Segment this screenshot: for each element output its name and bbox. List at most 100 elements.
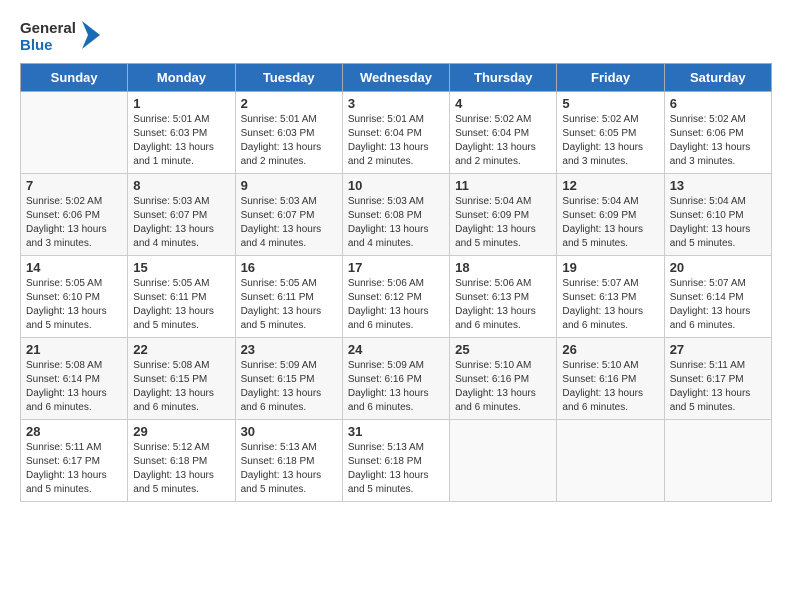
day-cell-21: 21 Sunrise: 5:08 AM Sunset: 6:14 PM Dayli… bbox=[21, 337, 128, 419]
day-number-10: 10 bbox=[348, 178, 444, 193]
day-cell-13: 13 Sunrise: 5:04 AM Sunset: 6:10 PM Dayli… bbox=[664, 173, 771, 255]
day-cell-12: 12 Sunrise: 5:04 AM Sunset: 6:09 PM Dayli… bbox=[557, 173, 664, 255]
day-cell-empty bbox=[557, 419, 664, 501]
day-info-19: Sunrise: 5:07 AM Sunset: 6:13 PM Dayligh… bbox=[562, 277, 658, 333]
day-number-18: 18 bbox=[455, 260, 551, 275]
weekday-header-saturday: Saturday bbox=[664, 63, 771, 91]
day-number-21: 21 bbox=[26, 342, 122, 357]
day-cell-1: 1Sunrise: 5:01 AM Sunset: 6:03 PM Daylig… bbox=[128, 91, 235, 173]
day-info-21: Sunrise: 5:08 AM Sunset: 6:14 PM Dayligh… bbox=[26, 359, 122, 415]
day-cell-2: 2 Sunrise: 5:01 AM Sunset: 6:03 PM Daylig… bbox=[235, 91, 342, 173]
day-number-8: 8 bbox=[133, 178, 229, 193]
week-row-2: 7 Sunrise: 5:02 AM Sunset: 6:06 PM Daylig… bbox=[21, 173, 772, 255]
day-info-28: Sunrise: 5:11 AM Sunset: 6:17 PM Dayligh… bbox=[26, 441, 122, 497]
day-number-20: 20 bbox=[670, 260, 766, 275]
day-cell-11: 11Sunrise: 5:04 AM Sunset: 6:09 PM Dayli… bbox=[450, 173, 557, 255]
day-number-13: 13 bbox=[670, 178, 766, 193]
day-info-14: Sunrise: 5:05 AM Sunset: 6:10 PM Dayligh… bbox=[26, 277, 122, 333]
day-cell-17: 17Sunrise: 5:06 AM Sunset: 6:12 PM Dayli… bbox=[342, 255, 449, 337]
day-number-30: 30 bbox=[241, 424, 337, 439]
day-info-26: Sunrise: 5:10 AM Sunset: 6:16 PM Dayligh… bbox=[562, 359, 658, 415]
day-info-8: Sunrise: 5:03 AM Sunset: 6:07 PM Dayligh… bbox=[133, 195, 229, 251]
day-cell-23: 23 Sunrise: 5:09 AM Sunset: 6:15 PM Dayli… bbox=[235, 337, 342, 419]
weekday-header-row: SundayMondayTuesdayWednesdayThursdayFrid… bbox=[21, 63, 772, 91]
day-cell-10: 10 Sunrise: 5:03 AM Sunset: 6:08 PM Dayli… bbox=[342, 173, 449, 255]
logo-arrow-icon bbox=[78, 21, 100, 49]
day-cell-empty bbox=[21, 91, 128, 173]
day-cell-27: 27 Sunrise: 5:11 AM Sunset: 6:17 PM Dayli… bbox=[664, 337, 771, 419]
day-cell-20: 20 Sunrise: 5:07 AM Sunset: 6:14 PM Dayli… bbox=[664, 255, 771, 337]
day-info-2: Sunrise: 5:01 AM Sunset: 6:03 PM Dayligh… bbox=[241, 113, 337, 169]
weekday-header-tuesday: Tuesday bbox=[235, 63, 342, 91]
week-row-4: 21 Sunrise: 5:08 AM Sunset: 6:14 PM Dayli… bbox=[21, 337, 772, 419]
day-number-29: 29 bbox=[133, 424, 229, 439]
day-cell-16: 16Sunrise: 5:05 AM Sunset: 6:11 PM Dayli… bbox=[235, 255, 342, 337]
day-cell-29: 29 Sunrise: 5:12 AM Sunset: 6:18 PM Dayli… bbox=[128, 419, 235, 501]
day-number-23: 23 bbox=[241, 342, 337, 357]
logo-general-text: General bbox=[20, 20, 76, 37]
day-number-1: 1 bbox=[133, 96, 229, 111]
weekday-header-sunday: Sunday bbox=[21, 63, 128, 91]
day-info-3: Sunrise: 5:01 AM Sunset: 6:04 PM Dayligh… bbox=[348, 113, 444, 169]
day-cell-5: 5 Sunrise: 5:02 AM Sunset: 6:05 PM Daylig… bbox=[557, 91, 664, 173]
day-number-7: 7 bbox=[26, 178, 122, 193]
weekday-header-friday: Friday bbox=[557, 63, 664, 91]
day-number-16: 16 bbox=[241, 260, 337, 275]
day-info-12: Sunrise: 5:04 AM Sunset: 6:09 PM Dayligh… bbox=[562, 195, 658, 251]
calendar-table: SundayMondayTuesdayWednesdayThursdayFrid… bbox=[20, 63, 772, 502]
day-info-10: Sunrise: 5:03 AM Sunset: 6:08 PM Dayligh… bbox=[348, 195, 444, 251]
weekday-header-wednesday: Wednesday bbox=[342, 63, 449, 91]
day-info-20: Sunrise: 5:07 AM Sunset: 6:14 PM Dayligh… bbox=[670, 277, 766, 333]
page-container: General Blue SundayMondayTuesdayWednesda… bbox=[20, 20, 772, 502]
day-cell-8: 8 Sunrise: 5:03 AM Sunset: 6:07 PM Daylig… bbox=[128, 173, 235, 255]
day-cell-15: 15 Sunrise: 5:05 AM Sunset: 6:11 PM Dayli… bbox=[128, 255, 235, 337]
week-row-3: 14 Sunrise: 5:05 AM Sunset: 6:10 PM Dayli… bbox=[21, 255, 772, 337]
day-number-2: 2 bbox=[241, 96, 337, 111]
day-number-3: 3 bbox=[348, 96, 444, 111]
day-cell-9: 9Sunrise: 5:03 AM Sunset: 6:07 PM Daylig… bbox=[235, 173, 342, 255]
day-info-25: Sunrise: 5:10 AM Sunset: 6:16 PM Dayligh… bbox=[455, 359, 551, 415]
day-number-11: 11 bbox=[455, 178, 551, 193]
day-number-19: 19 bbox=[562, 260, 658, 275]
day-cell-4: 4Sunrise: 5:02 AM Sunset: 6:04 PM Daylig… bbox=[450, 91, 557, 173]
logo-blue-text: Blue bbox=[20, 37, 76, 54]
day-info-29: Sunrise: 5:12 AM Sunset: 6:18 PM Dayligh… bbox=[133, 441, 229, 497]
day-number-26: 26 bbox=[562, 342, 658, 357]
day-cell-7: 7 Sunrise: 5:02 AM Sunset: 6:06 PM Daylig… bbox=[21, 173, 128, 255]
day-number-9: 9 bbox=[241, 178, 337, 193]
day-info-7: Sunrise: 5:02 AM Sunset: 6:06 PM Dayligh… bbox=[26, 195, 122, 251]
day-number-5: 5 bbox=[562, 96, 658, 111]
day-cell-31: 31Sunrise: 5:13 AM Sunset: 6:18 PM Dayli… bbox=[342, 419, 449, 501]
day-info-23: Sunrise: 5:09 AM Sunset: 6:15 PM Dayligh… bbox=[241, 359, 337, 415]
day-number-27: 27 bbox=[670, 342, 766, 357]
day-cell-empty bbox=[664, 419, 771, 501]
header: General Blue bbox=[20, 20, 772, 55]
day-cell-18: 18 Sunrise: 5:06 AM Sunset: 6:13 PM Dayli… bbox=[450, 255, 557, 337]
day-cell-empty bbox=[450, 419, 557, 501]
week-row-1: 1 Sunrise: 5:01 AM Sunset: 6:03 PM Daylig… bbox=[21, 91, 772, 173]
logo-area: General Blue bbox=[20, 20, 100, 55]
day-number-24: 24 bbox=[348, 342, 444, 357]
day-cell-26: 26 Sunrise: 5:10 AM Sunset: 6:16 PM Dayli… bbox=[557, 337, 664, 419]
day-number-14: 14 bbox=[26, 260, 122, 275]
day-number-25: 25 bbox=[455, 342, 551, 357]
day-info-30: Sunrise: 5:13 AM Sunset: 6:18 PM Dayligh… bbox=[241, 441, 337, 497]
day-info-18: Sunrise: 5:06 AM Sunset: 6:13 PM Dayligh… bbox=[455, 277, 551, 333]
day-info-13: Sunrise: 5:04 AM Sunset: 6:10 PM Dayligh… bbox=[670, 195, 766, 251]
day-number-15: 15 bbox=[133, 260, 229, 275]
day-number-22: 22 bbox=[133, 342, 229, 357]
day-info-27: Sunrise: 5:11 AM Sunset: 6:17 PM Dayligh… bbox=[670, 359, 766, 415]
day-number-31: 31 bbox=[348, 424, 444, 439]
day-cell-19: 19 Sunrise: 5:07 AM Sunset: 6:13 PM Dayli… bbox=[557, 255, 664, 337]
day-cell-6: 6Sunrise: 5:02 AM Sunset: 6:06 PM Daylig… bbox=[664, 91, 771, 173]
day-cell-14: 14 Sunrise: 5:05 AM Sunset: 6:10 PM Dayli… bbox=[21, 255, 128, 337]
week-row-5: 28Sunrise: 5:11 AM Sunset: 6:17 PM Dayli… bbox=[21, 419, 772, 501]
weekday-header-thursday: Thursday bbox=[450, 63, 557, 91]
day-info-5: Sunrise: 5:02 AM Sunset: 6:05 PM Dayligh… bbox=[562, 113, 658, 169]
logo: General Blue bbox=[20, 20, 100, 55]
day-number-17: 17 bbox=[348, 260, 444, 275]
day-info-4: Sunrise: 5:02 AM Sunset: 6:04 PM Dayligh… bbox=[455, 113, 551, 169]
day-cell-24: 24Sunrise: 5:09 AM Sunset: 6:16 PM Dayli… bbox=[342, 337, 449, 419]
day-info-15: Sunrise: 5:05 AM Sunset: 6:11 PM Dayligh… bbox=[133, 277, 229, 333]
day-number-12: 12 bbox=[562, 178, 658, 193]
